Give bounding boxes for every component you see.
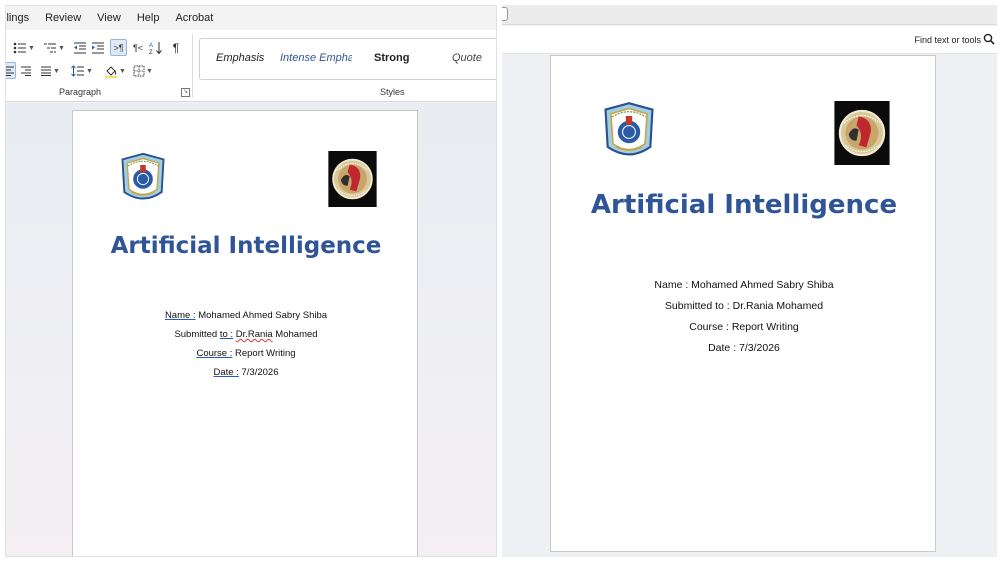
- paragraph-group-label: Paragraph: [59, 87, 102, 97]
- style-intense-emphasis[interactable]: Intense Empha: [280, 52, 352, 64]
- chevron-down-icon: ▼: [53, 67, 60, 75]
- align-right-icon: [21, 66, 31, 76]
- justify-button[interactable]: ▼: [37, 63, 63, 79]
- align-left-icon: [6, 66, 14, 76]
- document-page[interactable]: Artificial Intelligence Name : Mohamed A…: [72, 110, 419, 556]
- decrease-indent-icon: [74, 42, 86, 54]
- menu-help[interactable]: Help: [137, 12, 160, 24]
- university-crest-logo: [113, 151, 173, 207]
- borders-icon: [133, 65, 145, 77]
- date-line: Date : 7/3/2026: [73, 367, 419, 378]
- align-right-button[interactable]: [19, 63, 33, 79]
- name-label: Name :: [164, 310, 196, 321]
- viewer-tab-strip: [502, 5, 997, 25]
- sort-button[interactable]: AZ: [148, 40, 164, 56]
- increase-indent-icon: [92, 42, 104, 54]
- pilcrow-icon: ¶: [172, 41, 180, 55]
- menu-view[interactable]: View: [97, 12, 121, 24]
- date-value: 7/3/2026: [238, 367, 279, 378]
- pdf-page[interactable]: Artificial Intelligence Name : Mohamed A…: [550, 55, 936, 552]
- multilevel-list-icon: [44, 43, 57, 53]
- styles-group-label: Styles: [380, 87, 405, 97]
- svg-text:Z: Z: [149, 50, 153, 55]
- ltr-paragraph-icon: >¶: [113, 42, 124, 53]
- submitted-line: Submitted to : Dr.Rania Mohamed: [73, 329, 419, 340]
- show-marks-button[interactable]: ¶: [169, 40, 183, 56]
- bullets-icon: [13, 42, 27, 54]
- faculty-crest-logo: [328, 151, 377, 207]
- chevron-down-icon: ▼: [119, 67, 126, 75]
- menu-mailings[interactable]: ilings: [6, 12, 29, 24]
- bullets-button[interactable]: ▼: [10, 40, 38, 56]
- chevron-down-icon: ▼: [28, 44, 35, 52]
- shading-icon: [105, 66, 118, 78]
- styles-gallery: Emphasis Intense Empha Strong Quote: [199, 38, 496, 80]
- dialog-launcher-icon[interactable]: ↘: [181, 88, 190, 97]
- course-label: Course :: [196, 348, 233, 359]
- decrease-indent-button[interactable]: [72, 40, 88, 56]
- university-crest-logo: [595, 100, 663, 164]
- line-spacing-icon: [71, 65, 85, 77]
- ribbon: ▼ ▼ >¶ ¶< AZ ¶ ▼ ▼ ▼ ▼ Paragraph ↘ Empha…: [6, 30, 496, 102]
- shading-button[interactable]: ▼: [102, 63, 128, 79]
- style-quote[interactable]: Quote: [452, 52, 482, 64]
- name-line: Name : Mohamed Ahmed Sabry Shiba: [654, 279, 834, 291]
- svg-text:A: A: [149, 43, 153, 49]
- document-title: Artificial Intelligence: [590, 190, 898, 220]
- increase-indent-button[interactable]: [90, 40, 106, 56]
- faculty-crest-logo: [834, 101, 890, 165]
- pdf-viewer-window: Find text or tools Artificial Intelligen…: [502, 5, 997, 557]
- submitted-label-start: Submitted: [174, 329, 220, 340]
- chevron-down-icon: ▼: [58, 44, 65, 52]
- course-line: Course : Report Writing: [73, 348, 419, 359]
- submitted-surname: Mohamed: [272, 329, 318, 340]
- style-emphasis[interactable]: Emphasis: [216, 52, 264, 64]
- pdf-canvas: Artificial Intelligence Name : Mohamed A…: [502, 55, 997, 557]
- document-canvas: Artificial Intelligence Name : Mohamed A…: [6, 103, 496, 556]
- viewer-toolbar: Find text or tools: [502, 26, 997, 54]
- chevron-down-icon: ▼: [86, 67, 93, 75]
- submitted-label-end: to :: [219, 329, 234, 340]
- search-icon[interactable]: [983, 33, 995, 45]
- panel-toggle[interactable]: [502, 7, 508, 21]
- name-line: Name : Mohamed Ahmed Sabry Shiba: [73, 310, 419, 321]
- find-text-or-tools[interactable]: Find text or tools: [914, 35, 981, 45]
- align-left-button[interactable]: [6, 62, 16, 79]
- submitted-line: Submitted to : Dr.Rania Mohamed: [664, 300, 824, 312]
- menu-bar: ilings Review View Help Acrobat: [6, 6, 496, 30]
- menu-review[interactable]: Review: [45, 12, 81, 24]
- menu-acrobat[interactable]: Acrobat: [175, 12, 213, 24]
- ltr-paragraph-button[interactable]: >¶: [110, 39, 127, 56]
- date-line: Date : 7/3/2026: [708, 342, 780, 354]
- course-line: Course : Report Writing: [689, 321, 799, 333]
- chevron-down-icon: ▼: [146, 67, 153, 75]
- style-strong[interactable]: Strong: [374, 52, 409, 64]
- rtl-paragraph-button[interactable]: ¶<: [130, 40, 146, 56]
- multilevel-list-button[interactable]: ▼: [40, 40, 68, 56]
- rtl-paragraph-icon: ¶<: [132, 43, 144, 53]
- justify-icon: [41, 66, 52, 76]
- group-separator: [192, 34, 193, 98]
- submitted-name: Dr.Rania: [235, 329, 273, 340]
- word-window: ilings Review View Help Acrobat ▼ ▼ >¶ ¶…: [5, 5, 497, 557]
- date-label: Date :: [213, 367, 239, 378]
- course-value: Report Writing: [232, 348, 296, 359]
- name-value: Mohamed Ahmed Sabry Shiba: [195, 310, 328, 321]
- line-spacing-button[interactable]: ▼: [68, 63, 96, 79]
- borders-button[interactable]: ▼: [130, 63, 156, 79]
- sort-icon: AZ: [149, 42, 162, 55]
- document-title: Artificial Intelligence: [110, 233, 382, 259]
